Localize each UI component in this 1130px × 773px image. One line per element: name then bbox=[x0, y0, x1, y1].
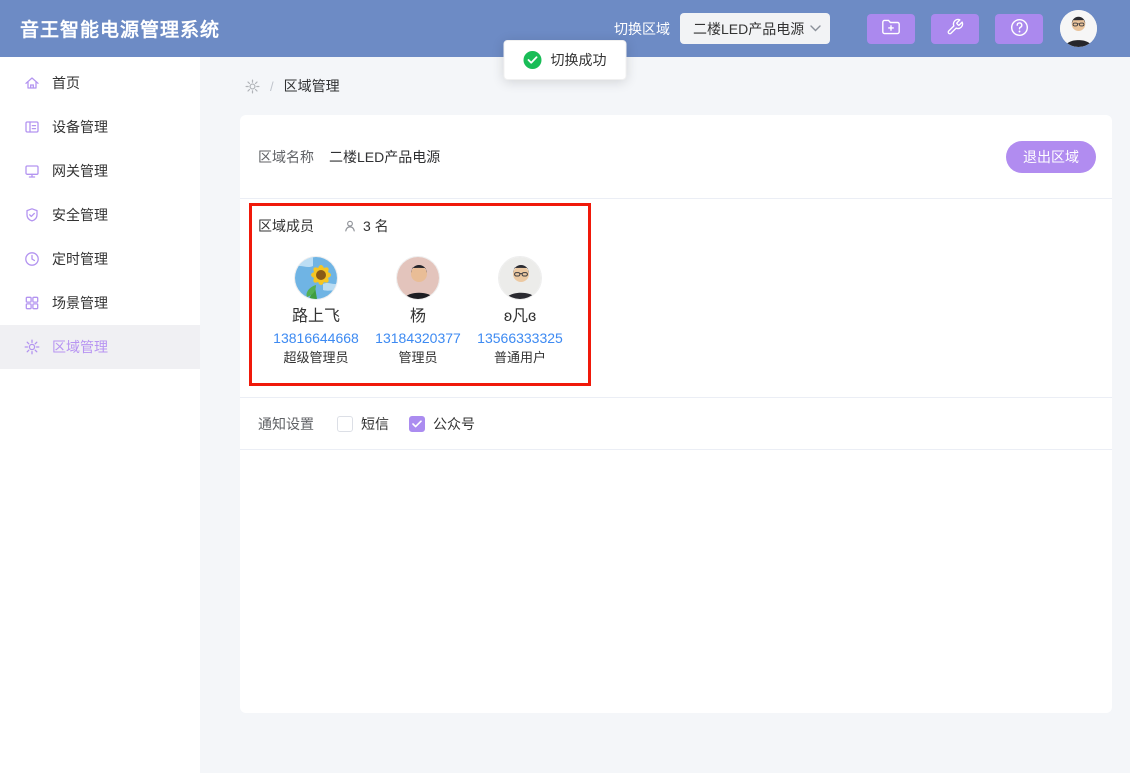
member-phone[interactable]: 13816644668 bbox=[273, 328, 359, 348]
breadcrumb: / 区域管理 bbox=[200, 57, 1130, 115]
breadcrumb-separator: / bbox=[270, 79, 274, 94]
device-icon bbox=[24, 119, 40, 135]
toast-message: 切换成功 bbox=[551, 50, 607, 70]
member-card[interactable]: ʚ凡ɞ 13566333325 普通用户 bbox=[469, 256, 571, 368]
member-list: 路上飞 13816644668 超级管理员 bbox=[265, 256, 588, 368]
sidebar: 首页 设备管理 网关管理 安全管理 定时管理 bbox=[0, 57, 200, 773]
member-phone[interactable]: 13184320377 bbox=[375, 328, 461, 348]
region-select[interactable]: 二楼LED产品电源 bbox=[680, 13, 830, 44]
member-role: 普通用户 bbox=[494, 348, 546, 368]
settings-tools-button[interactable] bbox=[931, 14, 979, 44]
region-select-value: 二楼LED产品电源 bbox=[693, 19, 804, 39]
help-icon bbox=[1010, 18, 1029, 40]
member-phone[interactable]: 13566333325 bbox=[477, 328, 563, 348]
member-name: 杨 bbox=[410, 306, 426, 328]
person-icon bbox=[343, 219, 357, 233]
region-card: 区域名称 二楼LED产品电源 退出区域 区域成员 3 名 bbox=[240, 115, 1112, 713]
member-avatar-sunflower bbox=[294, 256, 338, 300]
sidebar-item-gateways[interactable]: 网关管理 bbox=[0, 149, 200, 193]
sidebar-item-label: 场景管理 bbox=[52, 293, 108, 313]
user-avatar[interactable] bbox=[1060, 10, 1097, 47]
members-count: 3 名 bbox=[363, 216, 389, 236]
checkbox-official-account[interactable]: 公众号 bbox=[409, 414, 475, 434]
sidebar-item-label: 安全管理 bbox=[52, 205, 108, 225]
member-name: 路上飞 bbox=[292, 306, 340, 328]
scene-grid-icon bbox=[24, 295, 40, 311]
checkbox-sms[interactable]: 短信 bbox=[337, 414, 389, 434]
breadcrumb-current[interactable]: 区域管理 bbox=[284, 76, 340, 96]
exit-region-button[interactable]: 退出区域 bbox=[1006, 141, 1096, 173]
home-icon bbox=[24, 75, 40, 91]
region-name-label: 区域名称 bbox=[258, 147, 314, 167]
member-card[interactable]: 杨 13184320377 管理员 bbox=[367, 256, 469, 368]
sidebar-item-label: 定时管理 bbox=[52, 249, 108, 269]
region-name-row: 区域名称 二楼LED产品电源 退出区域 bbox=[240, 115, 1112, 199]
switch-region-label: 切换区域 bbox=[614, 19, 670, 39]
checkbox-checked-icon[interactable] bbox=[409, 416, 425, 432]
sidebar-item-home[interactable]: 首页 bbox=[0, 61, 200, 105]
app-title: 音王智能电源管理系统 bbox=[20, 15, 220, 42]
members-header: 区域成员 3 名 bbox=[258, 216, 588, 236]
member-name: ʚ凡ɞ bbox=[504, 306, 536, 328]
sidebar-item-label: 设备管理 bbox=[52, 117, 108, 137]
add-region-button[interactable] bbox=[867, 14, 915, 44]
checkbox-sms-label: 短信 bbox=[361, 414, 389, 434]
clock-icon bbox=[24, 251, 40, 267]
shield-icon bbox=[24, 207, 40, 223]
success-check-icon bbox=[524, 51, 542, 69]
notify-settings-label: 通知设置 bbox=[258, 414, 314, 434]
wrench-icon bbox=[946, 18, 964, 39]
members-label: 区域成员 bbox=[258, 216, 314, 236]
gear-icon bbox=[245, 79, 260, 94]
member-card[interactable]: 路上飞 13816644668 超级管理员 bbox=[265, 256, 367, 368]
sidebar-item-regions[interactable]: 区域管理 bbox=[0, 325, 200, 369]
sidebar-item-scenes[interactable]: 场景管理 bbox=[0, 281, 200, 325]
gateway-icon bbox=[24, 163, 40, 179]
help-button[interactable] bbox=[995, 14, 1043, 44]
sidebar-item-security[interactable]: 安全管理 bbox=[0, 193, 200, 237]
header-actions: 切换区域 二楼LED产品电源 bbox=[614, 10, 1097, 47]
sidebar-item-timing[interactable]: 定时管理 bbox=[0, 237, 200, 281]
sidebar-item-label: 网关管理 bbox=[52, 161, 108, 181]
gear-icon bbox=[24, 339, 40, 355]
member-role: 超级管理员 bbox=[283, 348, 348, 368]
folder-add-icon bbox=[881, 18, 901, 39]
notify-settings-row: 通知设置 短信 公众号 bbox=[240, 398, 1112, 450]
region-name-value: 二楼LED产品电源 bbox=[329, 147, 440, 167]
chevron-down-icon bbox=[810, 25, 821, 32]
sidebar-item-label: 区域管理 bbox=[52, 337, 108, 357]
checkbox-official-account-label: 公众号 bbox=[433, 414, 475, 434]
region-members-section: 区域成员 3 名 bbox=[249, 203, 591, 386]
sidebar-item-label: 首页 bbox=[52, 73, 80, 93]
sidebar-item-devices[interactable]: 设备管理 bbox=[0, 105, 200, 149]
checkbox-unchecked-icon[interactable] bbox=[337, 416, 353, 432]
member-role: 管理员 bbox=[398, 348, 437, 368]
toast-success: 切换成功 bbox=[504, 40, 627, 80]
member-avatar-glasses bbox=[498, 256, 542, 300]
member-avatar-photo bbox=[396, 256, 440, 300]
content-area: / 区域管理 区域名称 二楼LED产品电源 退出区域 区域成员 3 名 bbox=[200, 57, 1130, 773]
